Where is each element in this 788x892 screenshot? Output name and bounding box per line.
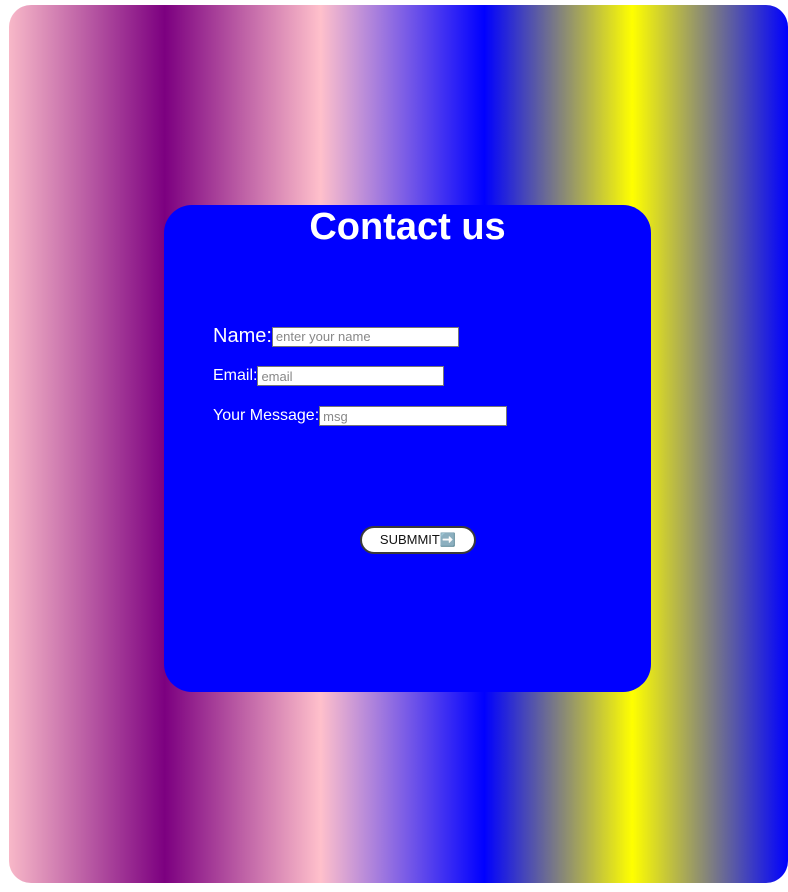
name-field[interactable] xyxy=(271,326,459,347)
gradient-background: Contact us Name: Email: Your Message: SU… xyxy=(9,5,788,883)
email-label: Email: xyxy=(213,367,258,384)
email-field[interactable] xyxy=(257,366,445,386)
page-title: Contact us xyxy=(309,206,506,248)
contact-card: Contact us Name: Email: Your Message: SU… xyxy=(164,205,651,692)
message-row: Your Message: xyxy=(213,406,508,426)
name-label: Name: xyxy=(213,325,272,347)
message-field[interactable] xyxy=(319,406,508,426)
email-row: Email: xyxy=(213,366,445,386)
name-row: Name: xyxy=(213,325,459,348)
message-label: Your Message: xyxy=(213,407,320,424)
submit-button[interactable]: SUBMMIT➡️ xyxy=(360,526,476,554)
